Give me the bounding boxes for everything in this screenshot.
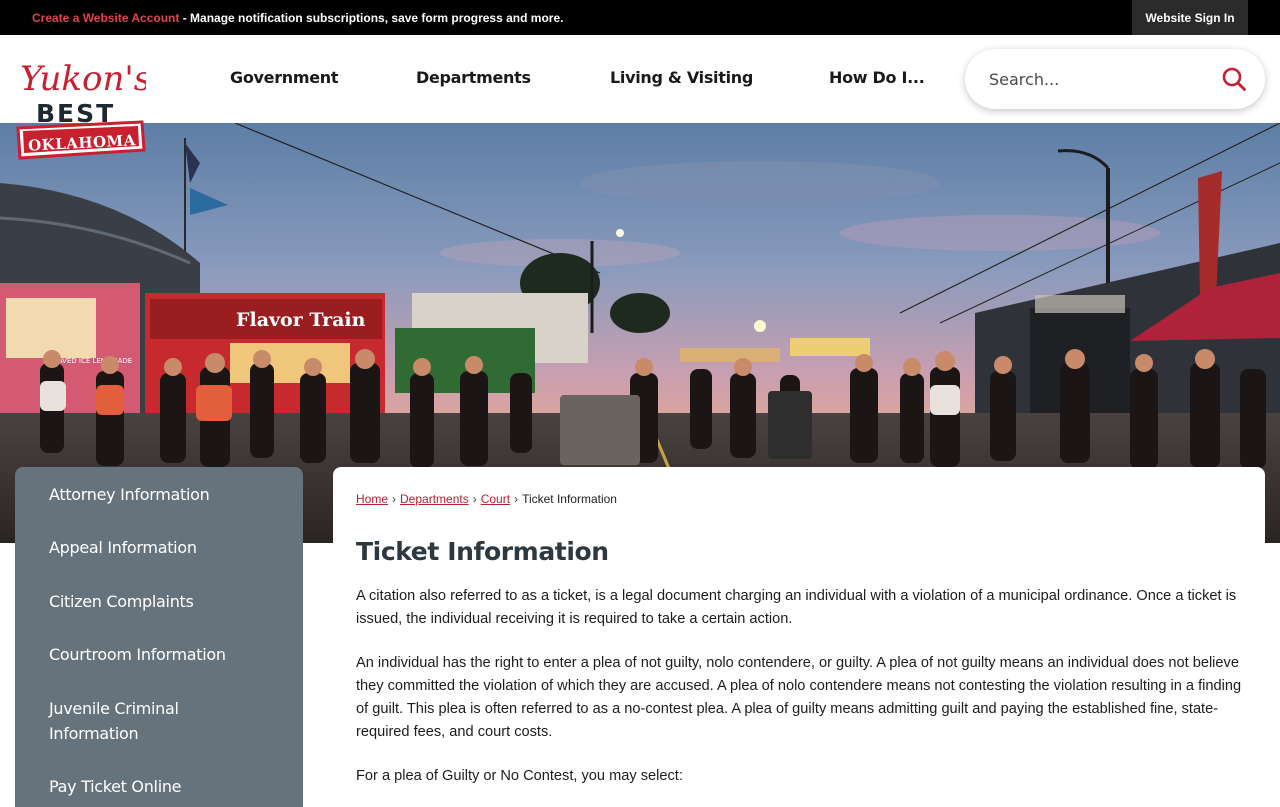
nav-label: Government [230,67,339,87]
create-account-link[interactable]: Create a Website Account [32,11,179,25]
intro-paragraph: A citation also referred to as a ticket,… [356,588,1237,627]
plea-paragraph: An individual has the right to enter a p… [356,655,1242,740]
nav-living-visiting[interactable]: Living & Visiting [610,35,753,119]
breadcrumb-departments[interactable]: Departments [400,492,469,506]
site-logo[interactable]: Yukon's BEST OKLAHOMA [14,50,151,162]
search-input[interactable] [989,65,1209,93]
search-box [965,49,1265,109]
breadcrumb-court[interactable]: Court [481,492,510,506]
sidebar-item-juvenile-criminal-information[interactable]: Juvenile Criminal Information [49,696,199,746]
nav-government[interactable]: Government [230,35,339,119]
logo-yukons: Yukon's [20,59,146,99]
sidebar-item-citizen-complaints[interactable]: Citizen Complaints [49,589,279,614]
nav-how-do-i[interactable]: How Do I... [829,35,925,119]
utility-bar: Create a Website Account - Manage notifi… [0,0,1280,35]
nav-label: How Do I... [829,67,925,87]
nav-departments[interactable]: Departments [416,35,531,119]
nav-label: Departments [416,67,531,87]
sidebar-item-courtroom-information[interactable]: Courtroom Information [49,642,279,667]
sign-in-button[interactable]: Website Sign In [1132,0,1248,35]
sidebar-item-attorney-information[interactable]: Attorney Information [49,482,279,507]
account-promo-text: - Manage notification subscriptions, sav… [179,11,564,25]
breadcrumb-home[interactable]: Home [356,492,388,506]
options-paragraph: For a plea of Guilty or No Contest, you … [356,768,683,784]
breadcrumb-current: Ticket Information [522,492,617,506]
page-title: Ticket Information [356,537,609,566]
sidebar-item-pay-ticket-online[interactable]: Pay Ticket Online [49,774,279,799]
logo-graphic: Yukon's BEST OKLAHOMA [16,59,151,160]
search-icon[interactable] [1221,66,1247,92]
breadcrumb-separator: › [392,492,397,506]
breadcrumb: Home › Departments › Court › Ticket Informatio… [356,492,617,506]
sidebar-item-appeal-information[interactable]: Appeal Information [49,535,279,560]
sidebar-nav: Attorney Information Appeal Information … [15,467,303,807]
breadcrumb-separator: › [514,492,519,506]
nav-label: Living & Visiting [610,67,754,87]
account-promo: Create a Website Account - Manage notifi… [32,11,563,25]
breadcrumb-separator: › [472,492,477,506]
main-content: Home › Departments › Court › Ticket Informatio… [333,467,1265,807]
hero-sign-flavor-train: Flavor Train [236,309,366,331]
